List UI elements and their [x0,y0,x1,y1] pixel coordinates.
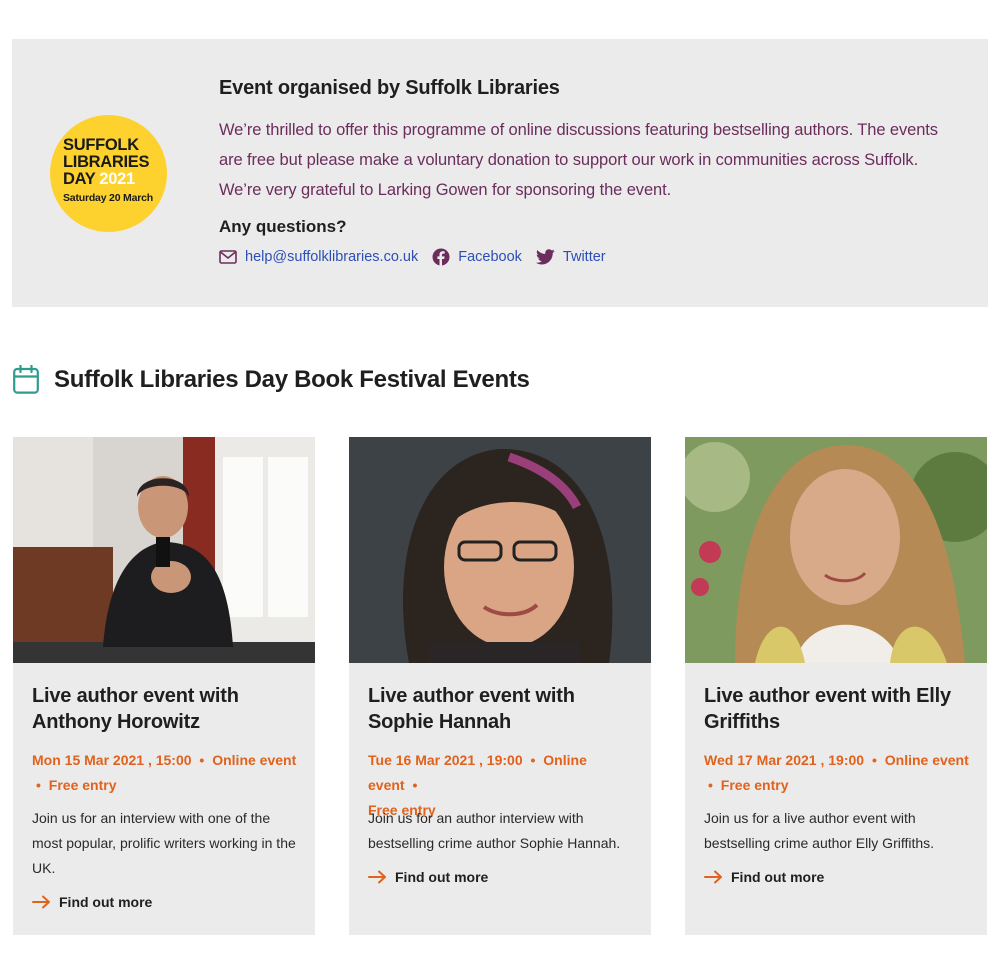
event-card[interactable]: Live author event with Sophie Hannah Tue… [349,437,651,935]
twitter-link-label: Twitter [562,249,606,265]
mail-icon [219,250,237,264]
calendar-icon [13,365,39,394]
find-out-more-label: Find out more [731,869,825,885]
find-out-more-link[interactable]: Find out more [32,894,152,910]
twitter-link[interactable]: Twitter [535,249,606,265]
event-price: Free entry [720,777,789,793]
contact-links: help@suffolklibraries.co.uk Facebook Twi… [219,246,620,268]
facebook-link[interactable]: Facebook [432,248,522,266]
event-card[interactable]: Live author event with Elly Griffiths We… [685,437,987,935]
email-link[interactable]: help@suffolklibraries.co.uk [219,249,418,265]
section-title: Suffolk Libraries Day Book Festival Even… [54,366,530,393]
arrow-right-icon [368,870,386,884]
logo-line-1: SUFFOLK [63,136,139,154]
organiser-panel: SUFFOLK LIBRARIES DAY 2021 Saturday 20 M… [12,39,988,307]
event-type: Online event [212,752,297,768]
find-out-more-link[interactable]: Find out more [704,869,824,885]
logo-line-3: DAY 2021 [63,171,135,188]
event-title[interactable]: Live author event with Anthony Horowitz [32,683,302,735]
facebook-icon [432,248,450,266]
event-title[interactable]: Live author event with Elly Griffiths [704,683,974,735]
find-out-more-link[interactable]: Find out more [368,869,488,885]
arrow-right-icon [32,895,50,909]
twitter-icon [535,249,555,265]
email-link-label: help@suffolklibraries.co.uk [245,249,419,265]
event-card[interactable]: Live author event with Anthony Horowitz … [13,437,315,935]
event-date: Tue 16 Mar 2021 , 19:00 [368,752,523,768]
suffolk-libraries-day-logo: SUFFOLK LIBRARIES DAY 2021 Saturday 20 M… [50,115,167,232]
event-date: Mon 15 Mar 2021 , 15:00 [32,752,192,768]
logo-year: 2021 [99,170,135,188]
organiser-title: Event organised by Suffolk Libraries [219,77,560,99]
logo-date: Saturday 20 March [63,192,153,204]
logo-day: DAY [63,170,96,188]
event-description: Join us for a live author event with bes… [704,810,935,851]
logo-line-2: LIBRARIES [63,153,150,171]
event-description: Join us for an author interview with bes… [368,810,621,851]
event-image-anthony-horowitz[interactable] [13,437,315,663]
event-meta: Mon 15 Mar 2021 , 15:00 • Online event • … [32,752,297,793]
facebook-link-label: Facebook [458,249,522,265]
find-out-more-label: Find out more [395,869,489,885]
organiser-description: We’re thrilled to offer this programme o… [219,121,938,199]
event-image-elly-griffiths[interactable] [685,437,987,663]
event-type: Online event [884,752,969,768]
arrow-right-icon [704,870,722,884]
questions-heading: Any questions? [219,217,347,236]
event-description: Join us for an interview with one of the… [32,810,296,876]
event-date: Wed 17 Mar 2021 , 19:00 [704,752,865,768]
event-price: Free entry [48,777,117,793]
event-image-sophie-hannah[interactable] [349,437,651,663]
find-out-more-label: Find out more [59,894,153,910]
event-title[interactable]: Live author event with Sophie Hannah [368,683,638,735]
event-meta: Wed 17 Mar 2021 , 19:00 • Online event • … [704,752,969,793]
